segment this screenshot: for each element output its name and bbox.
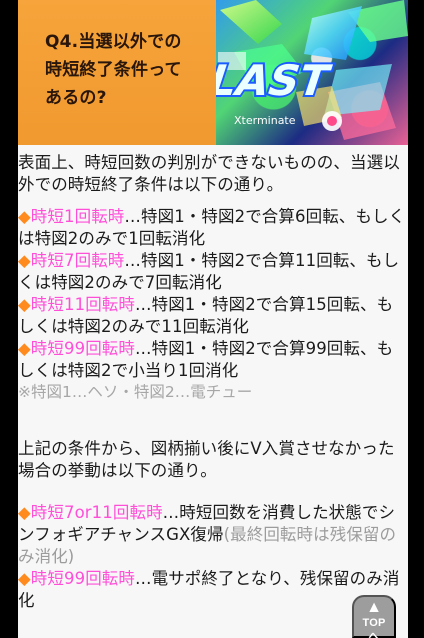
diamond-icon: ◆ xyxy=(18,339,31,358)
diamond-icon: ◆ xyxy=(18,295,31,314)
article-content: 表面上、時短回数の判別ができないものの、当選以外での時短終了条件は以下の通り。 … xyxy=(18,152,408,612)
condition-head-1: 時短1回転時 xyxy=(30,207,125,226)
condition-item-3: ◆時短11回転時…特図1・特図2で合算15回転、もしくは特図2のみで11回転消化 xyxy=(18,294,408,338)
condition-head-3: 時短11回転時 xyxy=(30,295,135,314)
banner-text-panel: Q4.当選以外での 時短終了条件って あるの? xyxy=(18,0,216,145)
banner-tag-text: Xterminate xyxy=(234,114,296,127)
banner-artwork: LAST Xterminate xyxy=(216,0,408,145)
behavior-item-2: ◆時短99回転時…電サポ終了となり、残保留のみ消化 xyxy=(18,568,408,612)
note-text: ※特図1…ヘソ・特図2…電チュー xyxy=(18,383,253,401)
condition-item-4: ◆時短99回転時…特図1・特図2で合算99回転、もしくは特図2で小当り1回消化 xyxy=(18,338,408,382)
diamond-icon: ◆ xyxy=(18,207,31,226)
condition-item-2: ◆時短7回転時…特図1・特図2で合算11回転、もしくは特図2のみで7回転消化 xyxy=(18,250,408,294)
behavior-head-1: 時短7or11回転時 xyxy=(30,502,163,522)
diamond-icon: ◆ xyxy=(18,568,31,588)
top-button-label: TOPへ xyxy=(362,617,386,638)
condition-item-1: ◆時短1回転時…特図1・特図2で合算6回転、もしくは特図2のみで1回転消化 xyxy=(18,206,408,250)
behavior-head-2: 時短99回転時 xyxy=(30,568,135,588)
page-frame: Q4.当選以外での 時短終了条件って あるの? LAST Xterminate … xyxy=(0,0,424,638)
diamond-icon: ◆ xyxy=(18,502,31,522)
condition-head-4: 時短99回転時 xyxy=(30,339,135,358)
diamond-icon: ◆ xyxy=(18,251,31,270)
article-card: 表面上、時短回数の判別ができないものの、当選以外での時短終了条件は以下の通り。 … xyxy=(18,145,408,638)
summary-paragraph: 上記の条件から、図柄揃い後にV入賞させなかった場合の挙動は以下の通り。 xyxy=(18,438,395,480)
behavior-item-1: ◆時短7or11回転時…時短回数を消費した状態でシンフォギアチャンスGX復帰(最… xyxy=(18,502,408,568)
up-arrow-icon: ▲ xyxy=(366,599,382,616)
article-banner: Q4.当選以外での 時短終了条件って あるの? LAST Xterminate xyxy=(18,0,408,145)
condition-head-2: 時短7回転時 xyxy=(30,251,125,270)
banner-title: Q4.当選以外での 時短終了条件って あるの? xyxy=(45,32,182,108)
top-button[interactable]: ▲ TOPへ xyxy=(352,595,396,638)
banner-logo-text: LAST xyxy=(216,57,336,106)
section-spacer-2 xyxy=(18,482,408,502)
intro-paragraph: 表面上、時短回数の判別ができないものの、当選以外での時短終了条件は以下の通り。 xyxy=(18,153,400,194)
banner-art-overlay: LAST Xterminate xyxy=(216,0,408,145)
